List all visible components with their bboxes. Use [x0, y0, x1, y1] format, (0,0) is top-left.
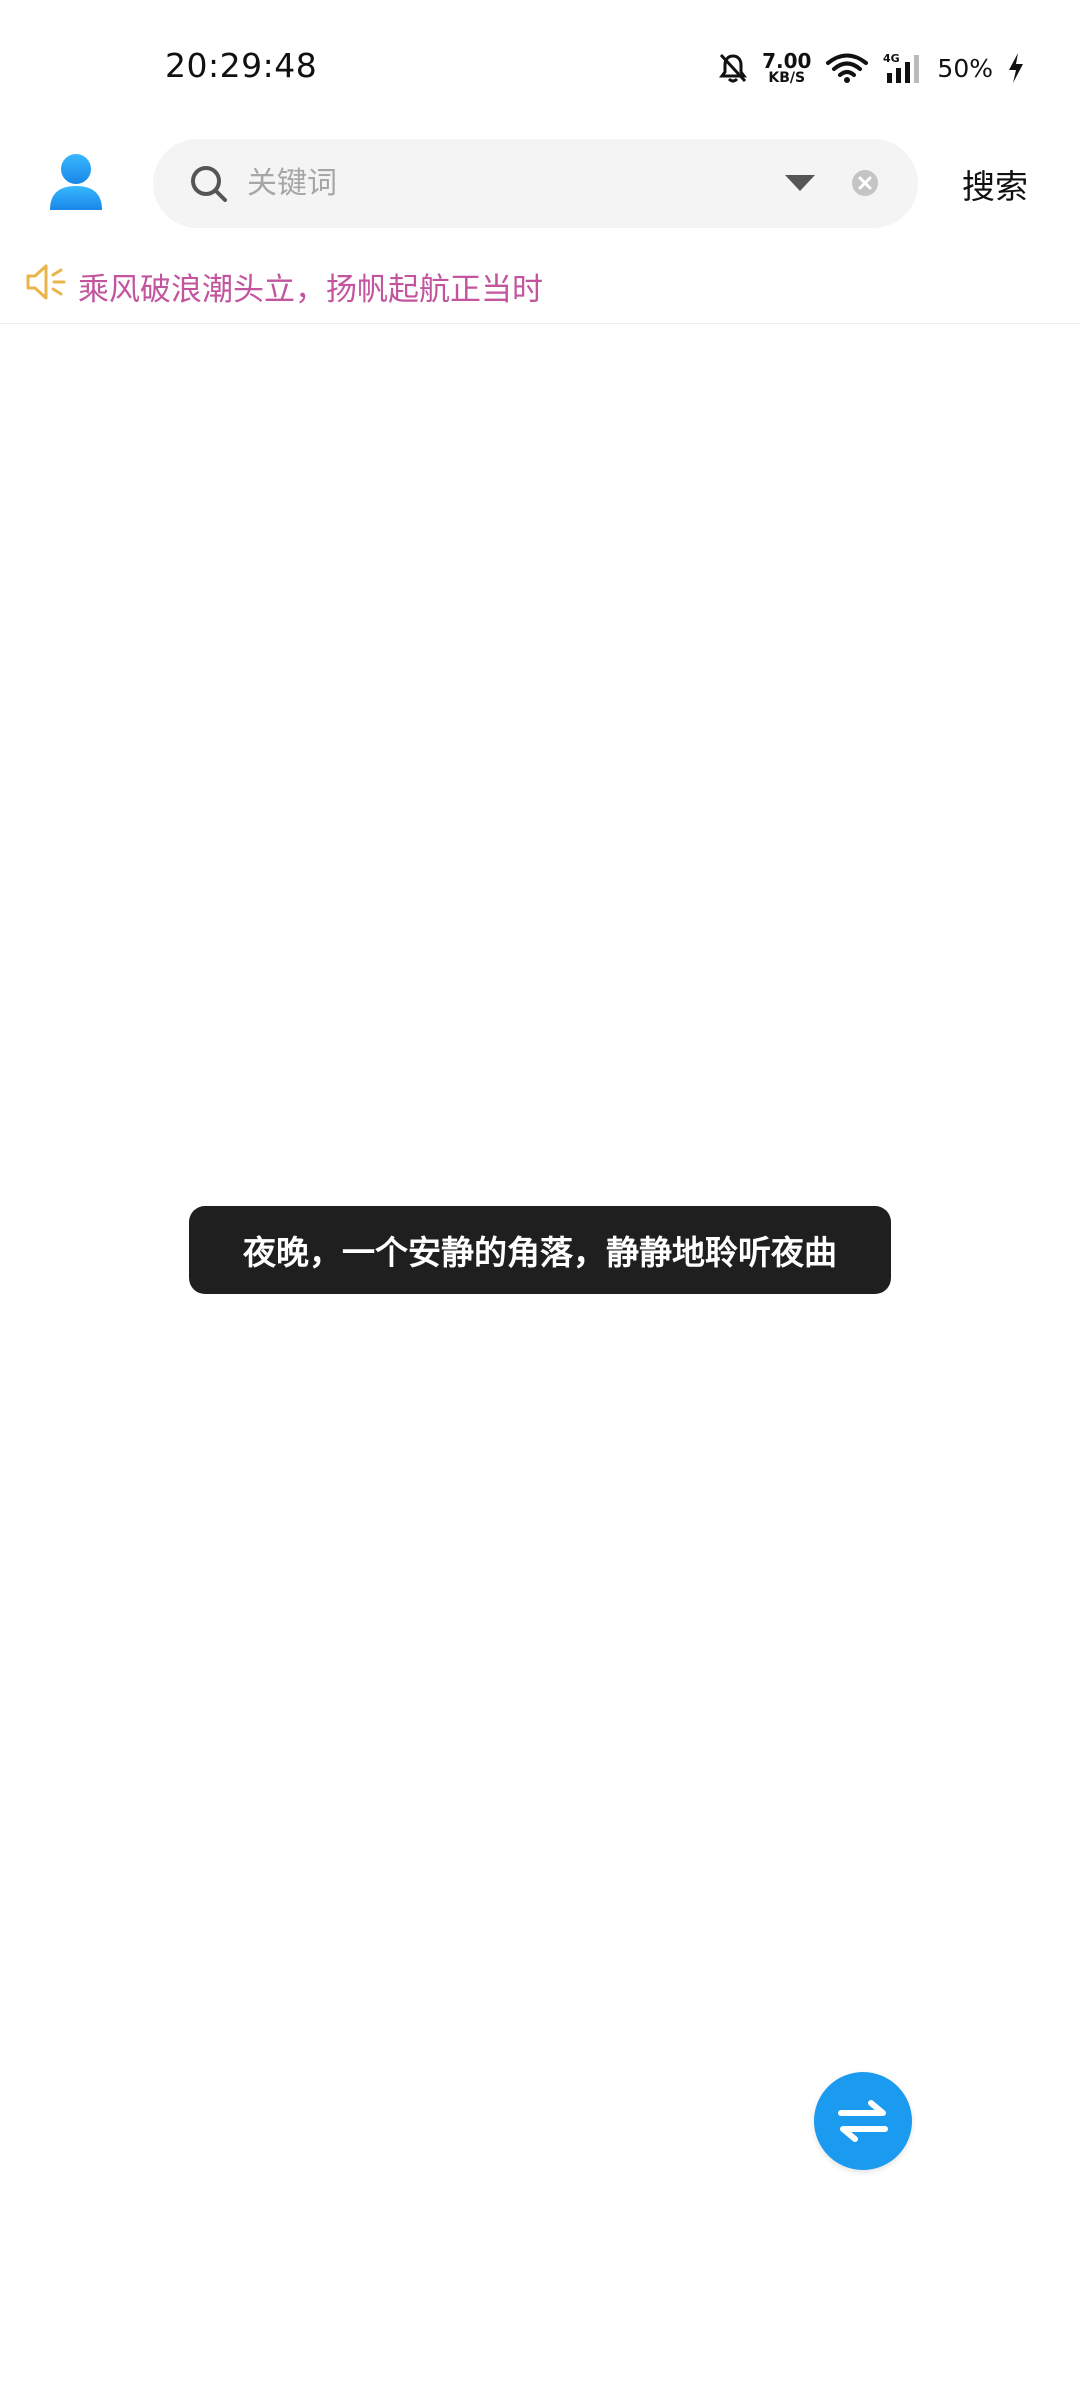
wifi-icon: [826, 53, 869, 83]
net-speed-unit: KB/S: [768, 70, 806, 86]
swap-arrows-icon: [838, 2100, 888, 2142]
status-bar: 20:29:48 7.00 KB/S 4G 50%: [0, 0, 1080, 130]
user-avatar-icon[interactable]: [48, 152, 104, 212]
notice-bar: 乘风破浪潮头立，扬帆起航正当时: [0, 252, 1080, 324]
signal-4g-icon: 4G: [883, 52, 920, 83]
battery-percent: 50%: [937, 53, 993, 83]
speaker-icon: [26, 264, 66, 300]
search-icon: [191, 166, 227, 202]
search-input[interactable]: [247, 155, 777, 211]
clear-icon[interactable]: [851, 169, 879, 197]
dropdown-icon[interactable]: [783, 173, 817, 193]
net-speed: 7.00 KB/S: [762, 51, 811, 85]
net-speed-value: 7.00: [762, 49, 812, 73]
status-time: 20:29:48: [165, 46, 318, 85]
status-icons: 7.00 KB/S 4G 50%: [718, 44, 1025, 92]
toast-text: 夜晚，一个安静的角落，静静地聆听夜曲: [243, 1233, 837, 1272]
app-screen: 20:29:48 7.00 KB/S 4G 50% 关键词 搜索 乘风破浪潮头立…: [0, 0, 1080, 2400]
svg-text:4G: 4G: [883, 52, 900, 65]
notice-text: 乘风破浪潮头立，扬帆起航正当时: [78, 272, 543, 308]
search-box[interactable]: [153, 139, 918, 228]
header: 搜索: [0, 138, 1080, 230]
bell-muted-icon: [719, 53, 748, 83]
toast-message: 夜晚，一个安静的角落，静静地聆听夜曲: [189, 1206, 891, 1294]
search-button[interactable]: 搜索: [962, 160, 1028, 208]
charging-icon: [1009, 53, 1023, 83]
swap-button[interactable]: [814, 2072, 912, 2170]
